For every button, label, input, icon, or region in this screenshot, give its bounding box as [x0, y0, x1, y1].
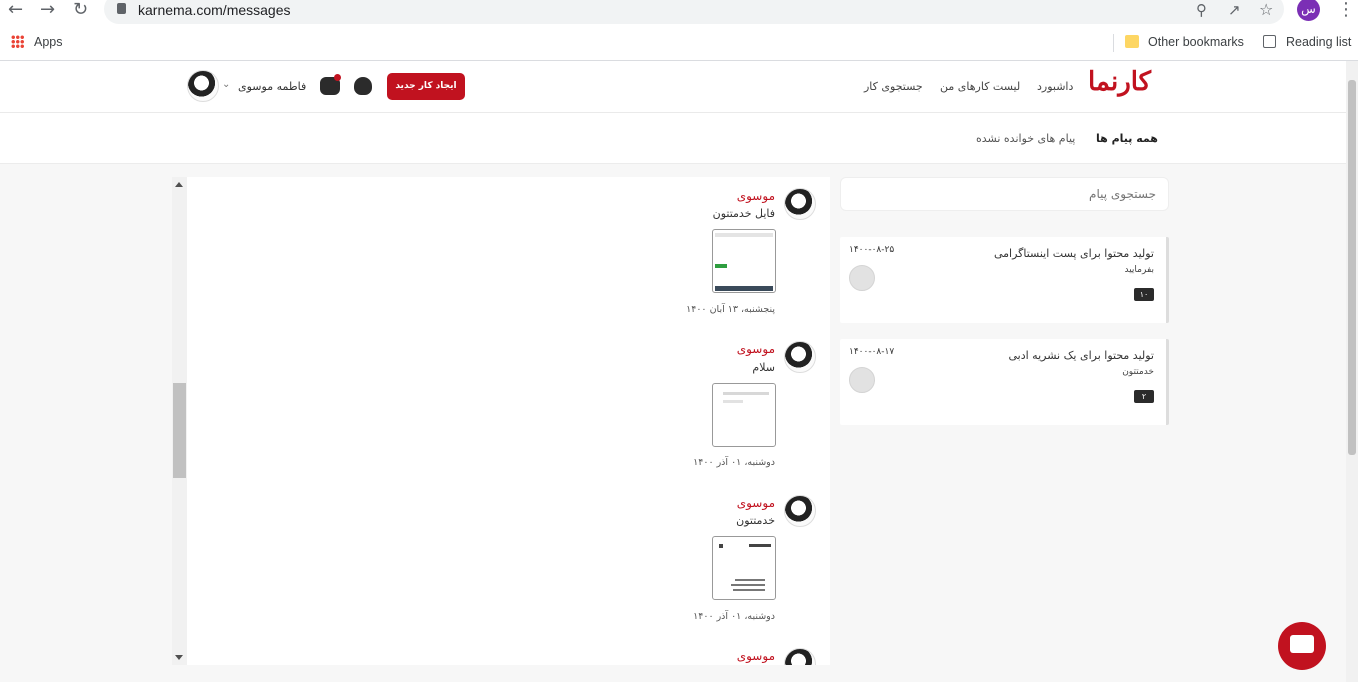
folder-icon	[1125, 35, 1139, 48]
bookmark-star-icon[interactable]: ☆	[1259, 0, 1273, 20]
message-sender: موسوی	[736, 189, 775, 203]
new-job-button[interactable]: ایجاد کار جدید	[387, 73, 465, 100]
nav-job-search[interactable]: جستجوی کار	[864, 80, 923, 93]
message-sender: موسوی	[736, 496, 775, 510]
message-date: دوشنبه، ۰۱ آذر ۱۴۰۰	[693, 457, 775, 468]
url-text[interactable]: karnema.com/messages	[138, 2, 291, 18]
chat-panel: موسوی فایل خدمتتون پنجشنبه، ۱۳ آبان ۱۴۰۰…	[187, 177, 830, 665]
user-avatar[interactable]	[187, 70, 219, 102]
message-text: سلام	[752, 361, 775, 374]
scroll-up-icon[interactable]	[175, 182, 183, 187]
bookmarks-bar: Apps Other bookmarks Reading list	[0, 25, 1358, 61]
conversation-date: ۱۴۰۰-۰۸-۲۵	[849, 245, 895, 255]
divider	[1113, 34, 1114, 52]
conversation-count-badge: ۲	[1134, 390, 1154, 403]
message-search-box	[840, 177, 1169, 211]
chat-bubble-icon	[1290, 635, 1314, 653]
sender-avatar	[784, 495, 816, 527]
site-logo[interactable]: کارنما	[1088, 67, 1151, 97]
messages-icon[interactable]	[320, 74, 341, 95]
attachment-preview	[733, 589, 765, 591]
message-date: دوشنبه، ۰۱ آذر ۱۴۰۰	[693, 611, 775, 622]
attachment-preview	[723, 400, 743, 403]
reading-list[interactable]: Reading list	[1286, 35, 1351, 49]
message-sender: موسوی	[736, 649, 775, 663]
back-icon[interactable]: ←	[8, 0, 23, 20]
sender-avatar	[784, 341, 816, 373]
other-bookmarks[interactable]: Other bookmarks	[1148, 35, 1244, 49]
forward-icon[interactable]: →	[40, 0, 55, 20]
conversation-title: تولید محتوا برای پست اینستاگرامی	[993, 247, 1154, 260]
tab-all-messages[interactable]: همه پیام ها	[1096, 132, 1158, 145]
browser-toolbar: ← → ↻ karnema.com/messages ⚲ ↗ ☆ س ⋮	[0, 0, 1358, 25]
conversation-item[interactable]: تولید محتوا برای پست اینستاگرامی بفرمایی…	[840, 237, 1169, 323]
support-chat-button[interactable]	[1278, 622, 1326, 670]
message-attachment[interactable]	[712, 536, 776, 600]
user-name[interactable]: فاطمه موسوی	[238, 80, 306, 93]
site-header: کارنما داشبورد لیست کارهای من جستجوی کار…	[0, 61, 1346, 113]
page-scroll-thumb[interactable]	[1348, 80, 1356, 455]
unread-dot	[334, 74, 341, 81]
conversation-last-message: بفرمایید	[1124, 265, 1154, 275]
apps-grid-icon[interactable]	[11, 35, 24, 48]
message-text: فایل خدمتتون	[712, 207, 775, 220]
sender-avatar	[784, 188, 816, 220]
chat-scroll-thumb[interactable]	[173, 383, 186, 478]
message-text: خدمتتون	[736, 514, 775, 527]
message-attachment[interactable]	[712, 383, 776, 447]
tab-unread-messages[interactable]: پیام های خوانده نشده	[976, 132, 1075, 145]
zoom-icon[interactable]: ⚲	[1196, 0, 1207, 20]
notification-bell-icon[interactable]	[354, 77, 372, 95]
attachment-preview	[715, 264, 727, 268]
attachment-preview	[749, 544, 771, 547]
attachment-preview	[715, 286, 773, 291]
attachment-preview	[719, 544, 723, 548]
chevron-down-icon[interactable]: ⌄	[222, 79, 230, 90]
share-icon[interactable]: ↗	[1228, 0, 1241, 20]
reading-list-icon	[1263, 35, 1276, 48]
profile-avatar[interactable]: س	[1297, 0, 1320, 21]
apps-link[interactable]: Apps	[34, 35, 63, 49]
nav-dashboard[interactable]: داشبورد	[1037, 80, 1073, 93]
conversation-last-message: خدمتتون	[1122, 367, 1154, 377]
conversation-date: ۱۴۰۰-۰۸-۱۷	[849, 347, 895, 357]
message-date: پنجشنبه، ۱۳ آبان ۱۴۰۰	[686, 304, 775, 315]
attachment-preview	[735, 579, 765, 581]
sender-avatar	[784, 648, 816, 665]
conversation-avatar	[849, 367, 875, 393]
message-sender: موسوی	[736, 342, 775, 356]
conversation-count-badge: ۱۰	[1134, 288, 1154, 301]
conversation-title: تولید محتوا برای یک نشریه ادبی	[1008, 349, 1154, 362]
scroll-down-icon[interactable]	[175, 655, 183, 660]
message-attachment[interactable]	[712, 229, 776, 293]
attachment-preview	[723, 392, 769, 395]
message-search-input[interactable]	[841, 178, 1168, 210]
lock-icon	[117, 3, 126, 14]
conversation-avatar	[849, 265, 875, 291]
menu-dots-icon[interactable]: ⋮	[1337, 0, 1355, 20]
nav-my-jobs[interactable]: لیست کارهای من	[940, 80, 1020, 93]
conversation-item[interactable]: تولید محتوا برای یک نشریه ادبی خدمتتون ۱…	[840, 339, 1169, 425]
tabs-bar: همه پیام ها پیام های خوانده نشده	[0, 113, 1346, 164]
attachment-preview	[715, 233, 773, 237]
attachment-preview	[731, 584, 765, 586]
reload-icon[interactable]: ↻	[73, 0, 88, 20]
